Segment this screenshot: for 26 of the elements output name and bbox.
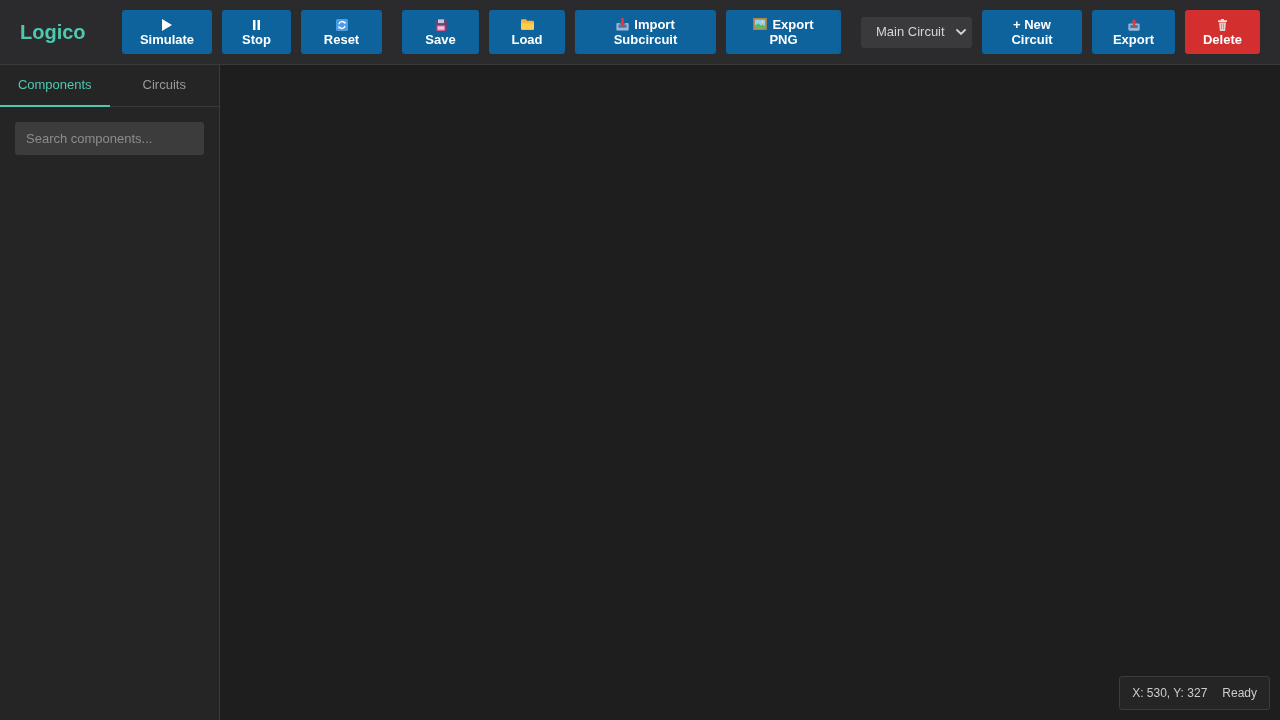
folder-icon — [520, 19, 534, 30]
status-text: Ready — [1222, 685, 1257, 702]
cursor-coordinates: X: 530, Y: 327 — [1132, 685, 1208, 702]
toolbar-button[interactable]: Reset — [301, 10, 382, 54]
tray-arrow-up-icon — [1127, 18, 1140, 31]
sidebar-tab[interactable]: Components — [0, 65, 110, 107]
toolbar-button[interactable]: Stop — [222, 10, 291, 54]
refresh-icon — [335, 18, 348, 31]
circuit-select[interactable]: Main Circuit — [861, 16, 972, 48]
play-icon — [162, 18, 172, 31]
framed-picture-icon — [753, 18, 768, 30]
tray-arrow-down-icon — [616, 18, 630, 31]
toolbar-button[interactable]: Load — [489, 10, 565, 54]
toolbar-button[interactable]: Export PNG — [726, 10, 841, 54]
pause-icon — [253, 19, 260, 30]
trash-icon — [1218, 18, 1227, 31]
app-logo: Logico — [20, 20, 87, 45]
toolbar-button[interactable]: Import Subcircuit — [575, 10, 716, 54]
toolbar-button[interactable]: Simulate — [122, 10, 212, 54]
search-field[interactable]: Search components... — [15, 122, 204, 155]
toolbar-button[interactable]: + New Circuit — [982, 10, 1082, 54]
toolbar-button[interactable]: Export — [1092, 10, 1175, 54]
toolbar-button[interactable]: Delete — [1185, 10, 1260, 54]
chevron-down-icon — [956, 29, 966, 35]
toolbar-button[interactable]: Save — [402, 10, 479, 54]
sidebar-tab[interactable]: Circuits — [109, 65, 219, 107]
